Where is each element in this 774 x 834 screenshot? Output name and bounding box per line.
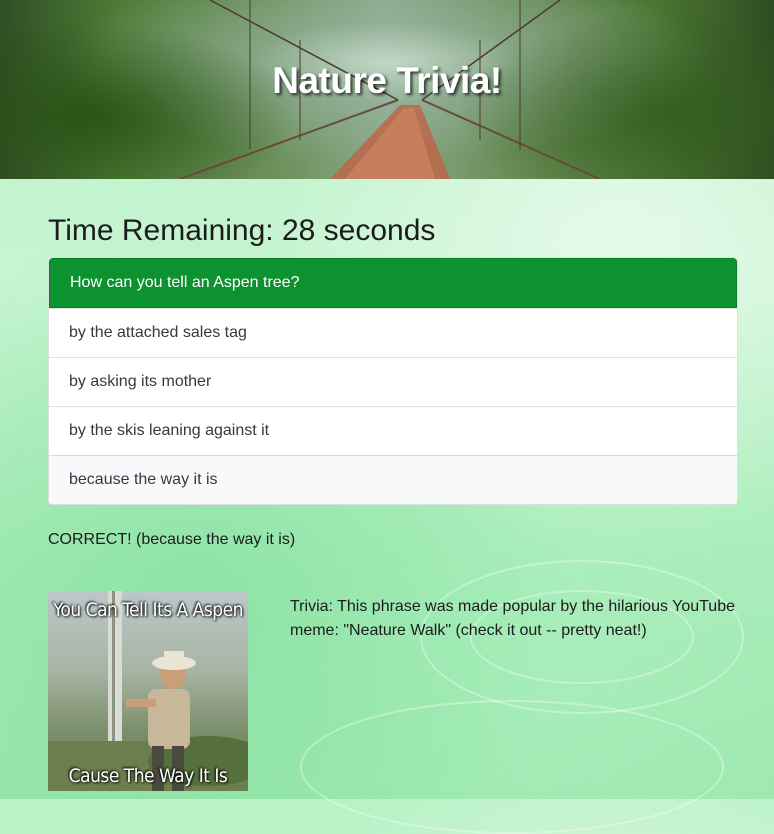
time-remaining: Time Remaining: 28 seconds: [48, 214, 436, 247]
meme-top-caption: You Can Tell Its A Aspen: [53, 599, 243, 621]
question-list: How can you tell an Aspen tree? by the a…: [48, 257, 738, 505]
main-content: Time Remaining: 28 seconds How can you t…: [48, 179, 738, 811]
header-banner: Nature Trivia!: [0, 0, 774, 179]
answer-option[interactable]: by the attached sales tag: [49, 308, 737, 357]
answer-option[interactable]: by asking its mother: [49, 357, 737, 406]
meme-bottom-caption: Cause The Way It Is: [68, 765, 228, 787]
meme-scene-illustration: [48, 591, 248, 791]
result-message: CORRECT! (because the way it is): [48, 531, 296, 548]
page-title: Nature Trivia!: [272, 60, 502, 101]
answer-option-selected[interactable]: because the way it is: [49, 455, 737, 504]
question-header: How can you tell an Aspen tree?: [49, 258, 737, 308]
meme-image: You Can Tell Its A Aspen Cause The Way I…: [48, 591, 248, 791]
answer-option[interactable]: by the skis leaning against it: [49, 406, 737, 455]
trivia-text: Trivia: This phrase was made popular by …: [290, 598, 735, 639]
trivia-section: You Can Tell Its A Aspen Cause The Way I…: [48, 591, 738, 811]
